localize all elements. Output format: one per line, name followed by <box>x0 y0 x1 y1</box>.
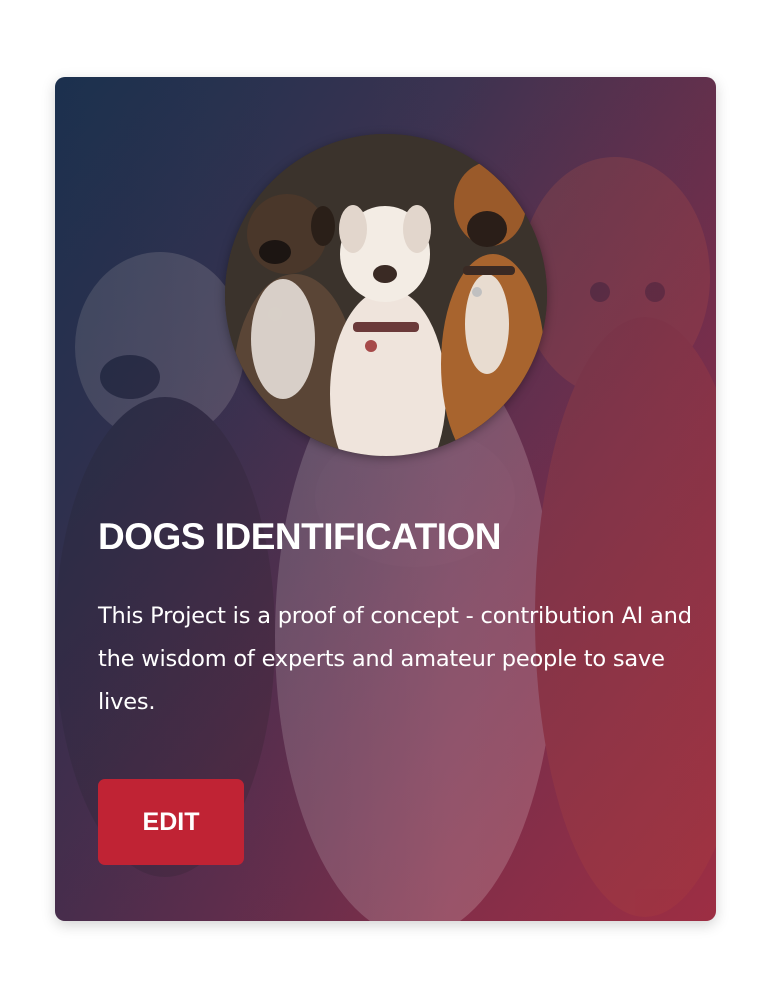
card-title: DOGS IDENTIFICATION <box>98 516 501 557</box>
edit-button[interactable]: EDIT <box>98 779 244 865</box>
project-card: DOGS IDENTIFICATION This Project is a pr… <box>55 77 716 921</box>
page: DOGS IDENTIFICATION This Project is a pr… <box>0 0 770 1000</box>
card-description: This Project is a proof of concept - con… <box>98 603 692 715</box>
dogs-photo-avatar <box>225 134 547 456</box>
